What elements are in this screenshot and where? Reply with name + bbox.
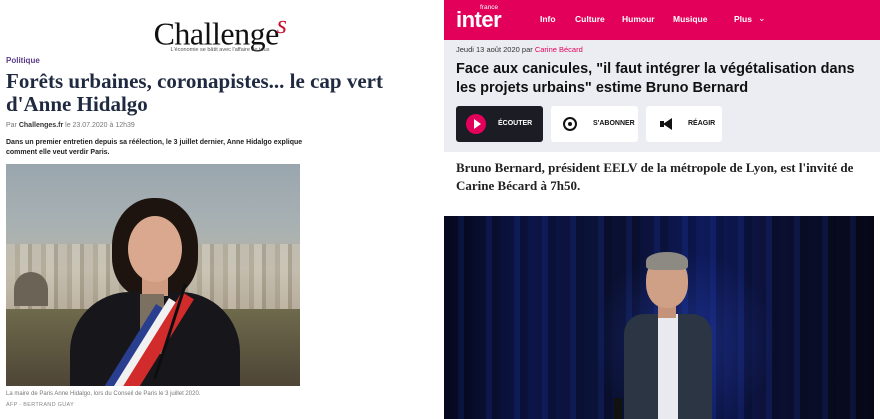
france-inter-pane: france inter Info Culture Humour Musique…	[444, 0, 880, 419]
nav-humour[interactable]: Humour	[622, 14, 655, 24]
listen-label: ÉCOUTER	[498, 120, 533, 127]
megaphone-icon	[660, 118, 674, 130]
nav-musique[interactable]: Musique	[673, 14, 707, 24]
challenges-logo[interactable]: Challenges L'économie se bâtit avec l'af…	[0, 8, 440, 53]
article-lead: Bruno Bernard, président EELV de la métr…	[456, 160, 854, 193]
author-link[interactable]: Carine Bécard	[535, 45, 583, 54]
photo-face	[128, 216, 182, 282]
article-date: Jeudi 13 août 2020	[456, 45, 520, 54]
byline-source[interactable]: Challenges.fr	[19, 122, 63, 129]
byline-date: le 23.07.2020 à 12h39	[63, 122, 135, 129]
byline-prefix: Par	[6, 122, 19, 129]
photo-mic-stand	[614, 398, 622, 419]
react-label: RÉAGIR	[688, 120, 716, 127]
challenges-article-pane: Challenges L'économie se bâtit avec l'af…	[0, 0, 440, 419]
photo-hair	[646, 252, 688, 270]
subscribe-icon	[563, 117, 577, 131]
brand-big: inter	[456, 7, 502, 32]
article-lead: Dans un premier entretien depuis sa réél…	[6, 139, 303, 156]
subscribe-label: S'ABONNER	[593, 120, 635, 127]
rubric-link[interactable]: Politique	[6, 56, 40, 65]
nav-plus[interactable]: Plus	[734, 14, 752, 24]
article-byline: Par Challenges.fr le 23.07.2020 à 12h39	[6, 122, 135, 129]
article-dateline: Jeudi 13 août 2020 par Carine Bécard	[456, 45, 583, 54]
react-button[interactable]: RÉAGIR	[646, 106, 722, 142]
hidalgo-photo	[6, 164, 300, 386]
nav-culture[interactable]: Culture	[575, 14, 605, 24]
top-navigation: france inter Info Culture Humour Musique…	[444, 0, 880, 40]
logo-tagline: L'économie se bâtit avec l'affaire de to…	[170, 46, 270, 53]
photo-dome	[14, 272, 48, 306]
dateline-by: par	[519, 45, 535, 54]
photo-shirt	[658, 314, 678, 419]
bruno-bernard-photo	[444, 216, 874, 419]
listen-button[interactable]: ÉCOUTER	[456, 106, 543, 142]
article-headline: Forêts urbaines, coronapistes... le cap …	[6, 69, 383, 116]
subscribe-button[interactable]: S'ABONNER	[551, 106, 638, 142]
nav-info[interactable]: Info	[540, 14, 556, 24]
chevron-down-icon[interactable]: ⌄	[758, 13, 766, 24]
article-title: Face aux canicules, "il faut intégrer la…	[456, 61, 855, 96]
play-icon	[466, 114, 486, 134]
photo-caption: La maire de Paris Anne Hidalgo, lors du …	[6, 391, 201, 397]
photo-credit: AFP - BERTRAND GUAY	[6, 402, 75, 408]
logo-s: s	[276, 10, 287, 39]
